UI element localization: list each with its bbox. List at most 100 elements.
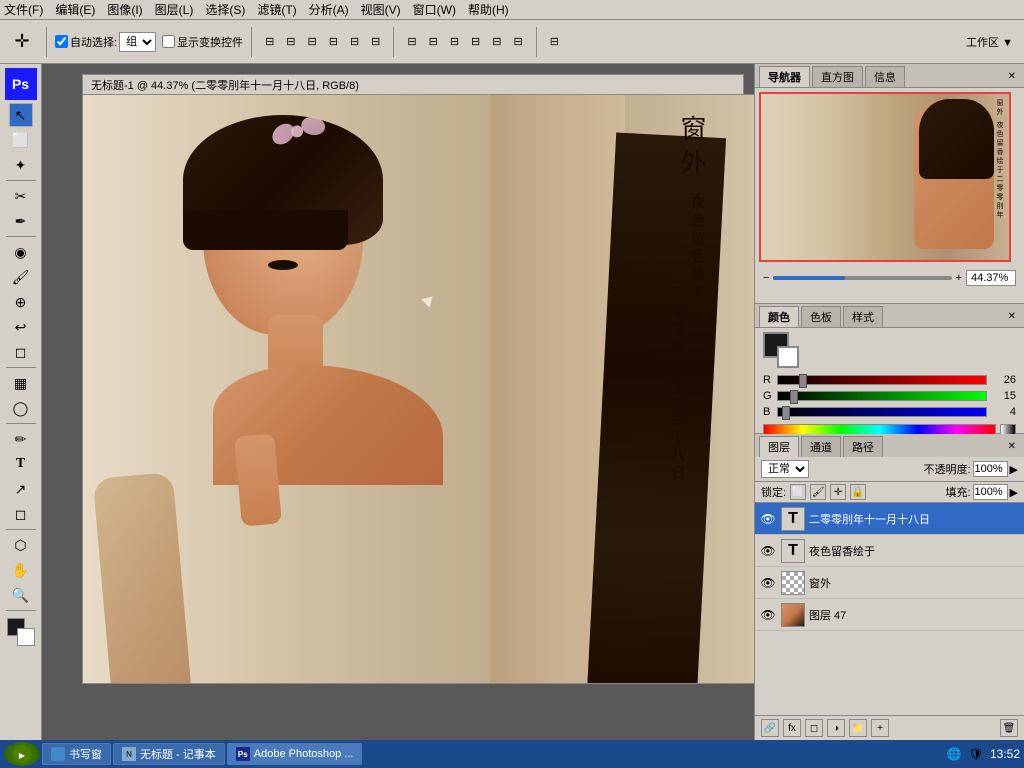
color-swatches-fg-bg[interactable]: [763, 332, 799, 368]
dist-6[interactable]: ⊟: [508, 32, 527, 51]
auto-select-dropdown[interactable]: 组: [119, 32, 156, 52]
move-tool[interactable]: ✛: [6, 26, 38, 58]
menu-select[interactable]: 选择(S): [205, 1, 245, 18]
layer-item-2[interactable]: 👁 窗外: [755, 567, 1024, 599]
layer-new-btn[interactable]: +: [871, 719, 889, 737]
dist-2[interactable]: ⊟: [424, 32, 443, 51]
tab-channels[interactable]: 通道: [801, 436, 841, 457]
lock-transparent[interactable]: ⬜: [790, 484, 806, 500]
align-left[interactable]: ⊟: [260, 32, 279, 51]
shape-tool[interactable]: ◻: [9, 502, 33, 526]
tray-network[interactable]: 🌐: [946, 746, 962, 762]
eyedropper-tool[interactable]: ✒: [9, 209, 33, 233]
menu-window[interactable]: 窗口(W): [413, 1, 456, 18]
menu-image[interactable]: 图像(I): [107, 1, 142, 18]
layer-eye-3[interactable]: 👁: [759, 606, 777, 624]
lock-image[interactable]: 🖌: [810, 484, 826, 500]
menu-file[interactable]: 文件(F): [4, 1, 43, 18]
layers-close[interactable]: ✕: [1008, 441, 1020, 452]
crop-tool[interactable]: ✂: [9, 184, 33, 208]
magic-wand-tool[interactable]: ✦: [9, 153, 33, 177]
tray-antivirus[interactable]: 🛡: [968, 746, 984, 762]
lasso-tool[interactable]: ⬜: [9, 128, 33, 152]
b-slider-handle[interactable]: [782, 406, 790, 420]
layer-mask-btn[interactable]: ◻: [805, 719, 823, 737]
menu-layer[interactable]: 图层(L): [155, 1, 194, 18]
opacity-arrow[interactable]: ▶: [1010, 463, 1018, 476]
menu-filter[interactable]: 滤镜(T): [257, 1, 296, 18]
color-swatches[interactable]: [7, 618, 35, 646]
tab-paths[interactable]: 路径: [843, 436, 883, 457]
layer-link-btn[interactable]: 🔗: [761, 719, 779, 737]
layer-eye-2[interactable]: 👁: [759, 574, 777, 592]
menu-edit[interactable]: 编辑(E): [55, 1, 95, 18]
nav-zoom-slider[interactable]: [773, 276, 951, 280]
align-top[interactable]: ⊟: [324, 32, 343, 51]
background-swatch[interactable]: [777, 346, 799, 368]
dodge-tool[interactable]: ◯: [9, 396, 33, 420]
dist-5[interactable]: ⊟: [487, 32, 506, 51]
fill-arrow[interactable]: ▶: [1010, 486, 1018, 499]
auto-select-check[interactable]: 自动选择: 组: [55, 32, 156, 52]
layer-delete-btn[interactable]: 🗑: [1000, 719, 1018, 737]
nav-zoom-icon-minus[interactable]: −: [763, 272, 769, 284]
tab-layers[interactable]: 图层: [759, 436, 799, 457]
layer-item-3[interactable]: 👁 图层 47: [755, 599, 1024, 631]
layer-eye-0[interactable]: 👁: [759, 510, 777, 528]
show-transform-checkbox[interactable]: [162, 35, 175, 48]
align-bottom[interactable]: ⊟: [366, 32, 385, 51]
menu-view[interactable]: 视图(V): [361, 1, 401, 18]
dist-1[interactable]: ⊟: [402, 32, 421, 51]
clone-tool[interactable]: ⊕: [9, 290, 33, 314]
lock-position[interactable]: ✛: [830, 484, 846, 500]
auto-select-checkbox[interactable]: [55, 35, 68, 48]
opacity-input[interactable]: [973, 461, 1008, 477]
3d-tool[interactable]: ⬡: [9, 533, 33, 557]
lock-all[interactable]: 🔒: [850, 484, 866, 500]
show-transform-check[interactable]: 显示变换控件: [162, 34, 243, 50]
taskbar-item-1[interactable]: N 无标题 - 记事本: [113, 743, 225, 765]
taskbar-item-0[interactable]: 书写窗: [42, 743, 111, 765]
brush-tool[interactable]: 🖌: [9, 265, 33, 289]
path-select-tool[interactable]: ↗: [9, 477, 33, 501]
tab-styles[interactable]: 样式: [843, 306, 883, 327]
workspace-button[interactable]: 工作区 ▼: [961, 31, 1018, 53]
layer-group-btn[interactable]: 📁: [849, 719, 867, 737]
history-brush[interactable]: ↩: [9, 315, 33, 339]
layer-adj-btn[interactable]: ◑: [827, 719, 845, 737]
pen-tool[interactable]: ✏: [9, 427, 33, 451]
canvas-frame[interactable]: 窗外 夜色留香绘于 二零零刖年十一月十八日: [82, 94, 754, 684]
taskbar-item-2[interactable]: Ps Adobe Photoshop ...: [227, 743, 363, 765]
align-center-h[interactable]: ⊟: [281, 32, 300, 51]
tab-histogram[interactable]: 直方图: [812, 66, 863, 87]
spot-heal-tool[interactable]: ◉: [9, 240, 33, 264]
text-tool[interactable]: T: [9, 452, 33, 476]
tab-color[interactable]: 颜色: [759, 306, 799, 327]
layer-fx-btn[interactable]: fx: [783, 719, 801, 737]
dist-3[interactable]: ⊟: [445, 32, 464, 51]
nav-zoom-input[interactable]: [966, 270, 1016, 286]
layer-item-0[interactable]: 👁 T 二零零刖年十一月十八日: [755, 503, 1024, 535]
dist-4[interactable]: ⊟: [466, 32, 485, 51]
navigator-close[interactable]: ✕: [1008, 71, 1020, 82]
eraser-tool[interactable]: ◻: [9, 340, 33, 364]
menu-analyze[interactable]: 分析(A): [309, 1, 349, 18]
tab-info[interactable]: 信息: [865, 66, 905, 87]
background-color[interactable]: [17, 628, 35, 646]
blend-mode-select[interactable]: 正常: [761, 460, 809, 478]
tab-swatches[interactable]: 色板: [801, 306, 841, 327]
color-close[interactable]: ✕: [1008, 311, 1020, 322]
menu-help[interactable]: 帮助(H): [468, 1, 509, 18]
fill-input[interactable]: [973, 484, 1008, 500]
selection-tool[interactable]: ↖: [9, 103, 33, 127]
r-slider-handle[interactable]: [799, 374, 807, 388]
align-center-v[interactable]: ⊟: [345, 32, 364, 51]
gradient-tool[interactable]: ▦: [9, 371, 33, 395]
tab-navigator[interactable]: 导航器: [759, 66, 810, 87]
nav-zoom-icon-plus[interactable]: +: [956, 272, 962, 284]
layer-eye-1[interactable]: 👁: [759, 542, 777, 560]
layer-item-1[interactable]: 👁 T 夜色留香绘于: [755, 535, 1024, 567]
g-slider-handle[interactable]: [790, 390, 798, 404]
align-right[interactable]: ⊟: [303, 32, 322, 51]
hand-tool[interactable]: ✋: [9, 558, 33, 582]
